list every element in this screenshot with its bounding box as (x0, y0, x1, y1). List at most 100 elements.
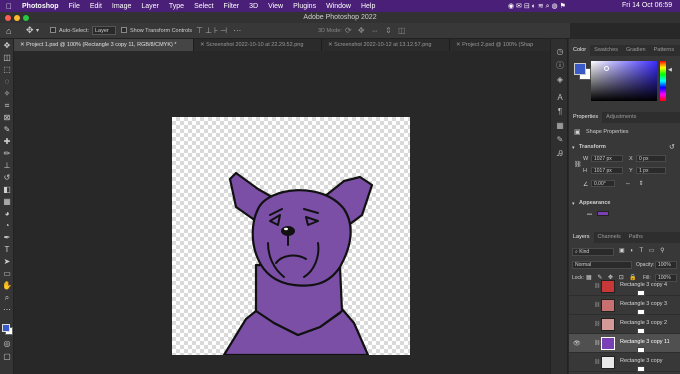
stamp-tool-icon[interactable]: ⊥ (2, 161, 12, 171)
layer-row-selected[interactable]: 👁 ⛓ Rectangle 3 copy 11 (569, 334, 680, 353)
menu-layer[interactable]: Layer (141, 3, 159, 10)
menu-3d[interactable]: 3D (249, 3, 258, 10)
paragraph-icon[interactable]: ¶ (555, 107, 565, 117)
frame-tool-icon[interactable]: ⊠ (2, 113, 12, 123)
move-tool-icon[interactable]: ✥ (2, 41, 12, 51)
gradient-tool-icon[interactable]: ▦ (2, 197, 12, 207)
magic-wand-icon[interactable]: ✧ (2, 89, 12, 99)
shape-tool-icon[interactable]: ▭ (2, 269, 12, 279)
layer-filter-dropdown[interactable]: ⌕ Kind (572, 248, 614, 256)
type-tool-icon[interactable]: T (2, 245, 12, 255)
apple-icon[interactable]:  (6, 2, 12, 11)
clock[interactable]: Fri 14 Oct 06:59 (622, 2, 672, 9)
chevron-down-icon[interactable]: ▾ (36, 27, 39, 34)
y-field[interactable]: 1 px (636, 167, 666, 174)
layer-row[interactable]: ⛓ Rectangle 3 copy 3 (569, 296, 680, 315)
history-brush-icon[interactable]: ↺ (2, 173, 12, 183)
brushes-icon[interactable]: ✎ (555, 135, 565, 145)
zoom-tool-icon[interactable]: ⌕ (2, 293, 12, 303)
history-icon[interactable]: ◷ (555, 47, 565, 57)
swatches-icon[interactable]: ▦ (555, 121, 565, 131)
menu-view[interactable]: View (268, 3, 283, 10)
blur-tool-icon[interactable]: ◕ (2, 209, 12, 219)
brush-tool-icon[interactable]: ✏ (2, 149, 12, 159)
menu-filter[interactable]: Filter (224, 3, 240, 10)
link-icon[interactable]: ⛓ (574, 161, 582, 168)
screen-mode-icon[interactable]: ▢ (2, 352, 12, 362)
tab-layers[interactable]: Layers (569, 232, 594, 243)
quick-mask-icon[interactable]: ◎ (2, 339, 12, 349)
status-icons[interactable]: ◉ ✉ ⊟ ◐ ≋ ⌕ ◍ ⚑ (508, 2, 566, 11)
menu-edit[interactable]: Edit (90, 3, 102, 10)
menu-file[interactable]: File (69, 3, 80, 10)
zoom-window-button[interactable] (23, 15, 29, 21)
eraser-tool-icon[interactable]: ◧ (2, 185, 12, 195)
menu-window[interactable]: Window (326, 3, 351, 10)
flip-icons[interactable]: ⇔ ⇕ (625, 180, 647, 187)
align-icons[interactable]: ⊤⊥⊦⊣ ⋯ (196, 26, 243, 35)
3d-mode-icons[interactable]: ⟳ ✥ ⇔ ⇕ ◫ (345, 26, 408, 35)
crop-tool-icon[interactable]: ⌗ (2, 101, 12, 111)
color-picker-cursor[interactable] (604, 66, 609, 71)
menu-image[interactable]: Image (112, 3, 131, 10)
menu-select[interactable]: Select (194, 3, 213, 10)
close-window-button[interactable] (5, 15, 11, 21)
eyedropper-icon[interactable]: ✎ (2, 125, 12, 135)
hue-slider-pointer[interactable]: ◀ (668, 67, 672, 73)
chevron-down-icon[interactable]: ▾ (572, 201, 575, 207)
tab-screenshot-2[interactable]: ✕ Screenshot 2022-10-12 at 13.12.57.png (322, 39, 450, 51)
menu-plugins[interactable]: Plugins (293, 3, 316, 10)
tab-color[interactable]: Color (569, 45, 591, 56)
eye-icon[interactable]: 👁 (573, 340, 581, 347)
tab-gradients[interactable]: Gradien (622, 45, 650, 56)
info-icon[interactable]: ⓘ (555, 61, 565, 71)
hue-slider[interactable] (660, 61, 666, 101)
tab-patterns[interactable]: Patterns (650, 45, 678, 56)
reset-icon[interactable]: ↺ (669, 143, 675, 151)
document-canvas[interactable] (172, 117, 410, 357)
menu-help[interactable]: Help (361, 3, 375, 10)
tab-project-1[interactable]: ✕ Project 1.psd @ 100% (Rectangle 3 copy… (14, 39, 194, 51)
tab-project-2[interactable]: ✕ Project 2.psd @ 100% (Shap (450, 39, 556, 51)
height-field[interactable]: 1017 px (591, 167, 623, 174)
tab-paths[interactable]: Paths (625, 232, 647, 243)
path-select-icon[interactable]: ➤ (2, 257, 12, 267)
opacity-field[interactable]: 100% (655, 261, 677, 269)
dodge-tool-icon[interactable]: ◔ (2, 221, 12, 231)
character-icon[interactable]: A (555, 93, 565, 103)
pen-tool-icon[interactable]: ✒ (2, 233, 12, 243)
show-transform-checkbox[interactable] (121, 27, 127, 33)
move-tool-icon[interactable]: ✥ (26, 25, 34, 36)
tab-adjustments[interactable]: Adjustments (602, 112, 640, 123)
foreground-color-picker[interactable] (574, 63, 586, 75)
menu-type[interactable]: Type (169, 3, 184, 10)
layer-row[interactable]: ⛓ Rectangle 3 copy 2 (569, 315, 680, 334)
glyphs-icon[interactable]: Ꭿ (555, 149, 565, 159)
chevron-down-icon[interactable]: ▾ (572, 145, 575, 151)
minimize-window-button[interactable] (14, 15, 20, 21)
marquee-tool-icon[interactable]: ⬚ (2, 65, 12, 75)
tab-swatches[interactable]: Swatches (590, 45, 622, 56)
auto-select-dropdown[interactable]: Layer (92, 26, 116, 35)
tab-screenshot-1[interactable]: ✕ Screenshot 2022-10-10 at 22.29.52.png (194, 39, 322, 51)
artboard-tool-icon[interactable]: ◫ (2, 53, 12, 63)
app-menu[interactable]: Photoshop (22, 3, 59, 10)
tab-channels[interactable]: Channels (594, 232, 625, 243)
libraries-icon[interactable]: ◈ (555, 75, 565, 85)
layer-row[interactable]: ⛓ Rectangle 3 copy (569, 353, 680, 372)
color-field[interactable] (591, 61, 657, 101)
angle-field[interactable]: 0.00° (591, 180, 615, 187)
layer-row[interactable]: ⛓ Rectangle 3 copy 4 (569, 277, 680, 296)
hand-tool-icon[interactable]: ✋ (2, 281, 12, 291)
more-tools-icon[interactable]: ⋯ (2, 305, 12, 315)
x-field[interactable]: 0 px (636, 155, 666, 162)
tab-properties[interactable]: Properties (569, 112, 603, 123)
layer-filter-icons[interactable]: ▣ ◐ T ▭ ⚲ (619, 247, 666, 254)
healing-brush-icon[interactable]: ✚ (2, 137, 12, 147)
fill-color-swatch[interactable] (597, 211, 609, 216)
home-icon[interactable]: ⌂ (6, 26, 11, 36)
foreground-color-chip[interactable] (2, 324, 10, 332)
lasso-tool-icon[interactable]: ◌ (2, 77, 12, 87)
width-field[interactable]: 1027 px (591, 155, 623, 162)
auto-select-checkbox[interactable] (50, 27, 56, 33)
